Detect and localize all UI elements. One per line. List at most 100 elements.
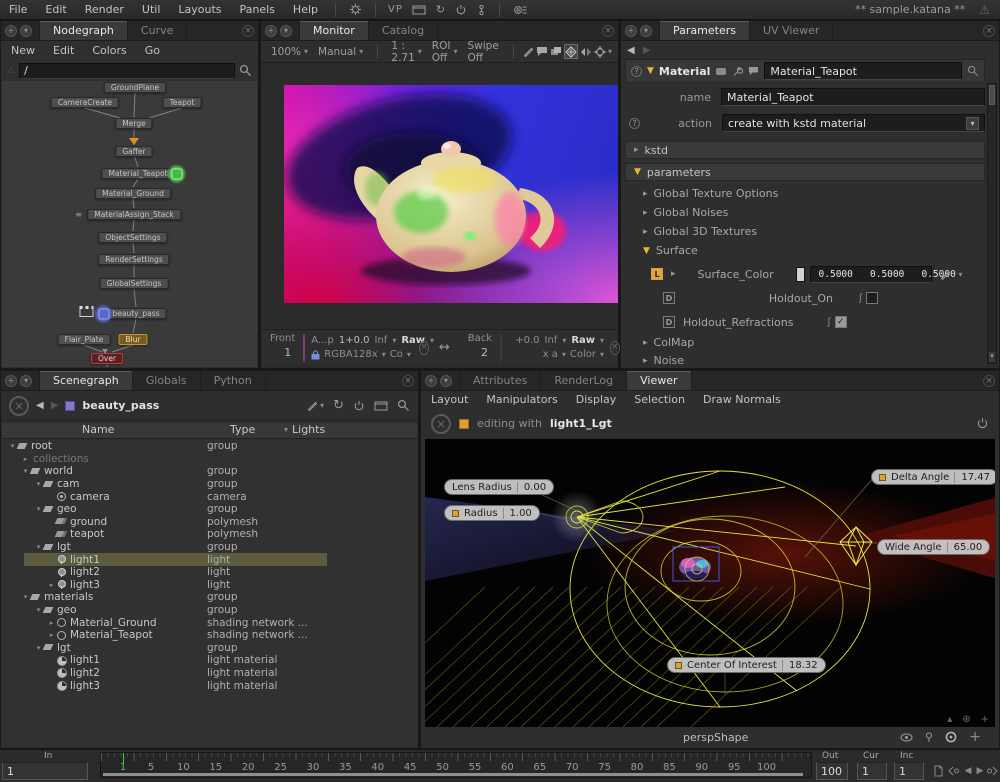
tab-renderlog[interactable]: RenderLog: [541, 371, 627, 390]
render-monitor-icon[interactable]: [374, 400, 388, 411]
pan-tool-icon[interactable]: [564, 44, 578, 59]
back-buffer-thumbnail[interactable]: [500, 334, 502, 362]
tab-attributes[interactable]: Attributes: [460, 371, 541, 390]
clear-scenegraph-icon[interactable]: ×: [9, 396, 29, 416]
expand-icon[interactable]: ▸: [671, 269, 676, 279]
node-groundplane[interactable]: GroundPlane: [104, 82, 166, 93]
render-settings-icon[interactable]: [513, 4, 527, 16]
front-buffer-thumbnail[interactable]: [303, 334, 305, 362]
node-graph-canvas[interactable]: GroundPlaneCameraCreateTeapotMergeGaffer…: [2, 81, 257, 367]
parameters-section-header[interactable]: ▼ parameters: [625, 163, 985, 181]
camera-name-label[interactable]: perspShape: [425, 731, 748, 744]
comment-bubble-icon[interactable]: [536, 44, 548, 59]
tab-scenegraph[interactable]: Scenegraph: [40, 371, 133, 390]
node-gaffer[interactable]: Gaffer: [115, 146, 152, 157]
expander-icon[interactable]: ▾: [8, 442, 17, 450]
history-back-icon[interactable]: ◀: [627, 45, 635, 56]
gear-icon[interactable]: [349, 3, 362, 16]
pill-wide-angle[interactable]: Wide Angle65.00: [877, 539, 990, 555]
menu-item-draw-normals[interactable]: Draw Normals: [695, 390, 789, 409]
vp-toggle[interactable]: VP: [388, 4, 403, 15]
chevron-down-icon[interactable]: ▾: [959, 270, 963, 279]
search-icon[interactable]: [397, 399, 410, 412]
tab-python[interactable]: Python: [201, 371, 266, 390]
pane-split-icon[interactable]: +: [265, 25, 277, 37]
holdout-refractions-checkbox[interactable]: ✓: [835, 316, 847, 328]
history-back-icon[interactable]: ◀: [36, 400, 44, 411]
expander-icon[interactable]: ▸: [47, 631, 56, 639]
scenegraph-row-teapot[interactable]: teapotpolymesh: [2, 528, 417, 541]
power-icon[interactable]: [455, 4, 467, 16]
scenegraph-row-geo[interactable]: ▾geogroup: [2, 604, 417, 617]
wrench-icon[interactable]: [732, 66, 743, 77]
expander-icon[interactable]: ▸: [47, 581, 56, 589]
pane-menu-icon[interactable]: ▾: [640, 25, 652, 37]
close-icon[interactable]: ×: [402, 375, 414, 387]
pane-split-icon[interactable]: +: [5, 375, 17, 387]
expander-icon[interactable]: ▸: [47, 619, 56, 627]
noise-section[interactable]: ▸Noise: [643, 354, 684, 367]
expander-icon[interactable]: ▾: [34, 644, 43, 652]
tab-catalog[interactable]: Catalog: [369, 21, 438, 40]
pill-delta-angle[interactable]: Delta Angle17.47: [871, 469, 995, 485]
update-mode-dropdown[interactable]: Manual▾: [314, 46, 367, 58]
scenegraph-row-root[interactable]: ▾rootgroup: [2, 440, 417, 453]
menu-item-util[interactable]: Util: [133, 0, 169, 19]
menu-item-panels[interactable]: Panels: [231, 0, 284, 19]
global-noises-section[interactable]: ▸Global Noises: [643, 206, 728, 219]
scenegraph-row-material_ground[interactable]: ▸Material_Groundshading network ...: [2, 616, 417, 629]
scenegraph-columns-header[interactable]: Name Type ▾ Lights: [2, 423, 417, 439]
menu-item-help[interactable]: Help: [284, 0, 327, 19]
refresh-icon[interactable]: ↻: [333, 398, 344, 413]
menu-item-display[interactable]: Display: [568, 390, 625, 409]
render-monitor-icon[interactable]: [412, 4, 426, 15]
menu-item-go[interactable]: Go: [137, 41, 168, 60]
scenegraph-row-light3[interactable]: light3light material: [2, 679, 417, 692]
state-toggle-icon[interactable]: ʃ: [859, 293, 862, 304]
expander-icon[interactable]: ▾: [21, 467, 30, 475]
frame-ruler[interactable]: 1 51015202530354045505560657075808590951…: [100, 752, 812, 778]
menu-item-edit[interactable]: Edit: [36, 0, 75, 19]
node-search-input[interactable]: [19, 63, 235, 79]
color-values[interactable]: 0.5000 0.5000 0.5000: [810, 266, 932, 283]
pane-menu-icon[interactable]: ▾: [20, 25, 32, 37]
eye-icon[interactable]: [900, 733, 913, 742]
lights-column-header[interactable]: ▾ Lights: [284, 423, 325, 436]
warning-icon[interactable]: ⚠: [979, 3, 990, 17]
scroll-down-icon[interactable]: ▾: [989, 352, 995, 362]
roi-dropdown[interactable]: ROI Off▾: [428, 40, 462, 64]
scenegraph-row-material_teapot[interactable]: ▸Material_Teapotshading network ...: [2, 629, 417, 642]
close-icon[interactable]: ×: [983, 25, 995, 37]
annotate-pen-icon[interactable]: [523, 44, 534, 59]
pill-center-of-interest[interactable]: Center Of Interest18.32: [667, 657, 826, 673]
expander-icon[interactable]: ▸: [21, 455, 30, 463]
layers-icon[interactable]: [550, 44, 562, 59]
keyframe-icon[interactable]: [477, 4, 486, 16]
surface-section[interactable]: ▼Surface: [643, 244, 698, 257]
menu-item-new[interactable]: New: [3, 41, 43, 60]
expander-icon[interactable]: ▾: [34, 505, 43, 513]
comment-bubble-icon[interactable]: [748, 66, 759, 76]
clear-back-icon[interactable]: ×: [610, 341, 620, 355]
tab-nodegraph[interactable]: Nodegraph: [40, 21, 128, 40]
menu-item-render[interactable]: Render: [76, 0, 133, 19]
more-tools-icon[interactable]: ▾: [608, 47, 612, 56]
color-swatch[interactable]: [796, 267, 805, 282]
in-frame-input[interactable]: [2, 762, 88, 780]
node-flair_plate[interactable]: Flair_Plate: [58, 334, 111, 345]
compare-icon[interactable]: [580, 44, 592, 59]
pill-lens-radius[interactable]: Lens Radius0.00: [444, 479, 554, 495]
pane-split-icon[interactable]: +: [425, 375, 437, 387]
menu-item-colors[interactable]: Colors: [84, 41, 134, 60]
node-beauty_pass[interactable]: beauty_pass: [105, 308, 166, 319]
next-keyframe-icon[interactable]: [984, 763, 1000, 779]
menu-item-edit[interactable]: Edit: [45, 41, 82, 60]
power-icon[interactable]: [976, 417, 989, 430]
scrollbar-thumb[interactable]: [989, 85, 995, 105]
scenegraph-row-light2[interactable]: light2light: [2, 566, 417, 579]
light-pin-icon[interactable]: [925, 732, 933, 743]
help-icon[interactable]: ?: [629, 118, 640, 129]
search-icon[interactable]: [239, 64, 252, 77]
scenegraph-row-ground[interactable]: groundpolymesh: [2, 516, 417, 529]
global-texture-options-section[interactable]: ▸Global Texture Options: [643, 187, 778, 200]
